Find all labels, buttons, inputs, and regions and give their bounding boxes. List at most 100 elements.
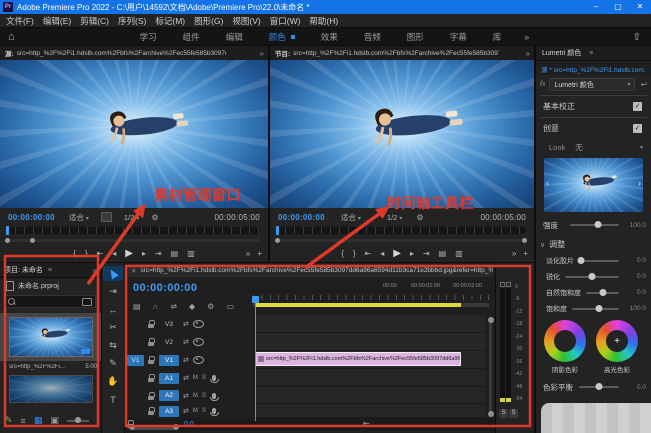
drag-video-icon[interactable]: [101, 212, 112, 222]
v1-lane[interactable]: src=http_%2F%2Fi1.hdslb.com%2Fbfs%2Farch…: [255, 351, 485, 369]
mute-button[interactable]: M: [193, 408, 198, 414]
minimize-button[interactable]: –: [585, 0, 607, 14]
time-ruler[interactable]: 00:0000:00:01:0000:00:02:0000:00:03:0000…: [253, 280, 489, 300]
timeline-timecode[interactable]: 00:00:00:00: [133, 282, 197, 294]
program-video-viewport[interactable]: [270, 60, 534, 208]
lock-icon[interactable]: [148, 320, 155, 328]
prev-look-icon[interactable]: ‹: [546, 178, 549, 188]
mute-button[interactable]: M: [193, 375, 198, 381]
menu-item[interactable]: 剪辑(C): [80, 15, 109, 27]
source-playhead[interactable]: [6, 226, 9, 235]
selection-tool[interactable]: [103, 266, 123, 281]
solo-button[interactable]: S: [202, 408, 206, 414]
solo-button[interactable]: S: [202, 375, 206, 381]
reset-effect-icon[interactable]: ↩: [640, 80, 647, 89]
button-editor-icon[interactable]: +: [257, 249, 262, 259]
program-scrub-bar[interactable]: [276, 227, 526, 234]
source-scrub-bar[interactable]: [6, 227, 260, 234]
chevron-down-icon[interactable]: ▾: [640, 144, 643, 151]
toggle-track-output-icon[interactable]: [193, 338, 204, 346]
a1-lane[interactable]: [255, 369, 485, 387]
look-preview-thumbnail[interactable]: ‹ ›: [544, 158, 643, 212]
insert-icon[interactable]: ▤: [171, 249, 179, 259]
linked-selection-icon[interactable]: ⇌: [170, 302, 177, 311]
program-monitor-tab[interactable]: 节目: src=http_%2F%2Fi1.hdslb.com%2Fbfs%2F…: [270, 46, 534, 61]
solo-right-button[interactable]: S: [509, 409, 518, 418]
next-look-icon[interactable]: ›: [638, 178, 641, 188]
track-select-forward-tool[interactable]: ⇥: [103, 284, 123, 299]
creative-section[interactable]: 创意 ✓: [536, 120, 651, 136]
menu-item[interactable]: 标记(M): [155, 15, 185, 27]
play-icon[interactable]: ▶: [125, 249, 133, 259]
timeline-vscrollbar[interactable]: [489, 317, 492, 417]
overwrite-icon[interactable]: ▥: [187, 249, 195, 259]
step-back-icon[interactable]: ◂: [112, 249, 116, 259]
play-icon[interactable]: ▶: [393, 249, 401, 259]
look-dropdown[interactable]: 无: [575, 142, 583, 153]
go-to-out-icon[interactable]: ⇥: [423, 249, 430, 259]
quick-export-icon[interactable]: ⇧: [633, 32, 641, 43]
workspace-tab[interactable]: 编辑: [226, 31, 243, 43]
adjust-section[interactable]: ∨ 调整: [536, 238, 651, 251]
source-patch-v1[interactable]: V1: [127, 355, 144, 366]
clip-thumbnail[interactable]: [9, 317, 93, 357]
lift-icon[interactable]: ▤: [439, 249, 447, 259]
workspace-tab[interactable]: 字幕: [450, 31, 467, 43]
resolution-dropdown[interactable]: 1/2▾: [124, 213, 139, 222]
more-buttons-icon[interactable]: »: [512, 249, 516, 259]
panel-overflow-icon[interactable]: »: [93, 266, 97, 275]
mark-in-icon[interactable]: {: [341, 249, 344, 259]
maximize-button[interactable]: ▢: [607, 0, 629, 14]
workspace-overflow-icon[interactable]: »: [524, 32, 529, 42]
project-panel-tab[interactable]: 项目: 未命名: [4, 265, 43, 275]
settings-wrench-icon[interactable]: ⚙: [416, 213, 423, 222]
source-zoom-scrollbar[interactable]: [6, 239, 260, 242]
timeline-settings-icon[interactable]: ⚙: [207, 302, 214, 311]
lock-icon[interactable]: [148, 392, 155, 400]
menu-item[interactable]: 帮助(H): [309, 15, 338, 27]
solo-left-button[interactable]: S: [499, 409, 508, 418]
workspace-tab[interactable]: 库: [493, 31, 502, 43]
a2-lane[interactable]: [255, 387, 485, 404]
sync-lock-icon[interactable]: ⇄: [183, 374, 189, 382]
track-target-v1[interactable]: V1: [159, 355, 179, 366]
solo-button[interactable]: S: [202, 393, 206, 399]
hand-tool[interactable]: ✋: [103, 374, 123, 389]
vibrance-slider[interactable]: [586, 292, 619, 294]
thumbnail-zoom-slider[interactable]: [67, 420, 89, 422]
sync-lock-icon[interactable]: ⇄: [183, 407, 189, 415]
sync-lock-icon[interactable]: ⇄: [183, 320, 189, 328]
captions-icon[interactable]: ▭: [226, 302, 234, 311]
source-monitor-tab[interactable]: 源: src=http_%2F%2Fi1.hdslb.com%2Fbfs%2Fa…: [0, 46, 268, 61]
go-to-out-icon[interactable]: ⇥: [155, 249, 162, 259]
project-search-input[interactable]: [4, 295, 96, 308]
extract-icon[interactable]: ▥: [455, 249, 463, 259]
v2-lane[interactable]: [255, 333, 485, 351]
mark-out-icon[interactable]: }: [353, 249, 356, 259]
timeline-playhead-line[interactable]: [255, 303, 256, 421]
button-editor-icon[interactable]: +: [523, 249, 528, 259]
step-forward-icon[interactable]: ▸: [142, 249, 146, 259]
workspace-tab[interactable]: 颜色: [269, 31, 295, 43]
add-marker-icon[interactable]: ◆: [189, 302, 195, 311]
lock-icon[interactable]: [148, 338, 155, 346]
menu-item[interactable]: 序列(S): [118, 15, 146, 27]
mark-in-icon[interactable]: {: [73, 249, 76, 259]
lock-icon[interactable]: [148, 407, 155, 415]
program-playhead[interactable]: [276, 226, 279, 235]
icon-view-icon[interactable]: ▦: [34, 415, 43, 426]
sync-lock-icon[interactable]: ⇄: [183, 392, 189, 400]
sync-lock-icon[interactable]: ⇄: [183, 338, 189, 346]
folder-icon[interactable]: [82, 298, 92, 306]
intensity-slider[interactable]: [570, 224, 619, 226]
razor-tool[interactable]: ✂: [103, 320, 123, 335]
basic-correction-section[interactable]: 基本校正 ✓: [536, 98, 651, 114]
home-icon[interactable]: ⌂: [8, 31, 15, 43]
menu-item[interactable]: 视图(V): [232, 15, 260, 27]
toggle-track-output-icon[interactable]: [193, 356, 204, 364]
menu-item[interactable]: 窗口(W): [270, 15, 301, 27]
timeline-hscrollbar[interactable]: [129, 425, 485, 430]
edit-pen-icon[interactable]: ✎: [5, 415, 13, 426]
menu-item[interactable]: 图形(G): [194, 15, 223, 27]
step-back-icon[interactable]: ◂: [380, 249, 384, 259]
